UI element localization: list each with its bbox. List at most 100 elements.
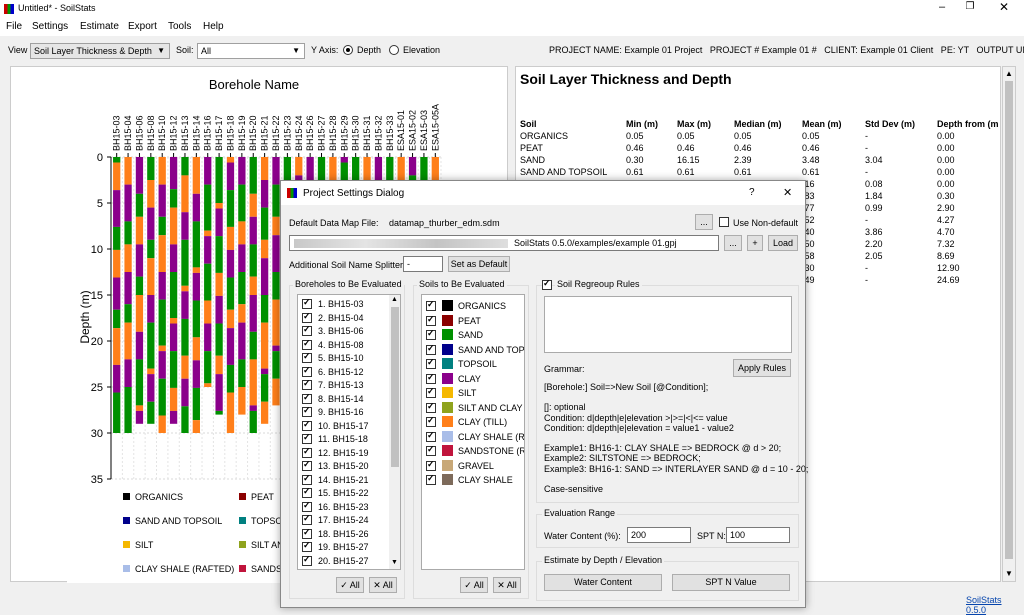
load-button[interactable]: Load <box>768 235 798 251</box>
menu-help[interactable]: Help <box>203 21 224 32</box>
soil-select[interactable]: All ▼ <box>197 43 305 59</box>
soil-checkbox[interactable] <box>426 430 436 442</box>
view-select[interactable]: Soil Layer Thickness & Depth ▼ <box>30 43 170 59</box>
scroll-down-icon[interactable]: ▼ <box>391 559 398 566</box>
bar-segment <box>204 236 212 264</box>
depth-radio-label: Depth <box>357 45 382 55</box>
boreholes-clear-all-button[interactable]: ✕ All <box>369 577 397 593</box>
borehole-checkbox[interactable] <box>302 419 312 431</box>
soil-label: CLAY (TILL) <box>458 417 508 427</box>
menu-file[interactable]: File <box>6 21 22 32</box>
soils-clear-all-button[interactable]: ✕ All <box>493 577 521 593</box>
borehole-checkbox[interactable] <box>302 486 312 498</box>
x-tick-label: BH15-12 <box>169 115 179 151</box>
borehole-checkbox[interactable] <box>302 392 312 404</box>
elevation-radio[interactable] <box>389 45 399 55</box>
soil-checkbox[interactable] <box>426 473 436 485</box>
borehole-checkbox[interactable] <box>302 311 312 323</box>
soil-checkbox[interactable] <box>426 401 436 413</box>
dialog-close-icon[interactable]: ✕ <box>783 186 792 199</box>
bar-segment <box>113 190 121 227</box>
depth-radio[interactable] <box>343 45 353 55</box>
project-path-input[interactable]: SoilStats 0.5.0/examples/example 01.gpj <box>289 235 719 251</box>
menu-settings[interactable]: Settings <box>32 21 68 32</box>
data-map-browse-button[interactable]: ... <box>695 214 713 230</box>
report-header: Mean (m) <box>802 119 842 129</box>
soil-checkbox[interactable] <box>426 459 436 471</box>
bar-segment <box>260 207 269 240</box>
soil-checkbox[interactable] <box>426 386 436 398</box>
legend-label: SILT <box>135 540 154 550</box>
eval-range-title: Evaluation Range <box>542 508 618 518</box>
spt-input[interactable]: 100 <box>726 527 790 543</box>
scroll-thumb[interactable] <box>1005 81 1013 559</box>
borehole-checkbox[interactable] <box>302 338 312 350</box>
borehole-checkbox[interactable] <box>302 297 312 309</box>
scroll-down-icon[interactable]: ▼ <box>1005 569 1013 578</box>
borehole-checkbox[interactable] <box>302 446 312 458</box>
borehole-checkbox[interactable] <box>302 540 312 552</box>
bar-segment <box>272 184 280 217</box>
borehole-checkbox[interactable] <box>302 351 312 363</box>
bar-segment <box>215 374 223 411</box>
borehole-checkbox[interactable] <box>302 513 312 525</box>
borehole-checkbox[interactable] <box>302 500 312 512</box>
borehole-checkbox[interactable] <box>302 405 312 417</box>
apply-rules-button[interactable]: Apply Rules <box>733 359 791 377</box>
boreholes-scrollbar[interactable]: ▲ ▼ <box>389 295 400 569</box>
bar-segment <box>204 383 212 387</box>
borehole-checkbox[interactable] <box>302 365 312 377</box>
report-scrollbar[interactable]: ▲ ▼ <box>1002 66 1016 582</box>
water-content-button[interactable]: Water Content <box>544 574 662 591</box>
borehole-checkbox[interactable] <box>302 432 312 444</box>
scroll-up-icon[interactable]: ▲ <box>1005 69 1013 78</box>
soil-checkbox[interactable] <box>426 415 436 427</box>
scroll-thumb[interactable] <box>391 307 399 467</box>
borehole-checkbox[interactable] <box>302 554 312 566</box>
report-cell: 0.46 <box>626 143 644 153</box>
menu-export[interactable]: Export <box>128 21 157 32</box>
project-browse-button[interactable]: ... <box>724 235 742 251</box>
splitter-input[interactable]: - <box>403 256 443 272</box>
soil-checkbox[interactable] <box>426 444 436 456</box>
soil-checkbox[interactable] <box>426 314 436 326</box>
bar-segment <box>226 277 235 310</box>
menu-estimate[interactable]: Estimate <box>80 21 119 32</box>
soil-checkbox[interactable] <box>426 372 436 384</box>
borehole-checkbox[interactable] <box>302 527 312 539</box>
soil-checkbox[interactable] <box>426 343 436 355</box>
bar-segment <box>147 157 155 180</box>
soil-checkbox[interactable] <box>426 357 436 369</box>
soil-checkbox[interactable] <box>426 328 436 340</box>
close-icon[interactable]: ✕ <box>994 0 1014 14</box>
soils-select-all-button[interactable]: ✓ All <box>460 577 488 593</box>
borehole-checkbox[interactable] <box>302 378 312 390</box>
borehole-checkbox[interactable] <box>302 324 312 336</box>
bar-segment <box>374 157 383 180</box>
regroup-checkbox[interactable] <box>542 278 552 290</box>
bar-segment <box>135 405 144 411</box>
report-cell: 0.61 <box>677 167 695 177</box>
minimize-icon[interactable]: – <box>932 1 952 13</box>
water-content-input[interactable]: 200 <box>627 527 691 543</box>
regroup-rules-textarea[interactable] <box>544 296 792 353</box>
menu-tools[interactable]: Tools <box>168 21 191 32</box>
help-icon[interactable]: ? <box>749 187 755 198</box>
bar-segment <box>249 244 257 277</box>
set-default-button[interactable]: Set as Default <box>448 256 510 272</box>
estimate-title: Estimate by Depth / Elevation <box>542 555 665 565</box>
borehole-checkbox[interactable] <box>302 459 312 471</box>
bar-segment <box>192 157 200 194</box>
maximize-icon[interactable]: ❐ <box>960 1 980 12</box>
version-link[interactable]: SoilStats 0.5.0 <box>966 595 1024 615</box>
use-non-default-checkbox[interactable] <box>719 217 729 227</box>
boreholes-select-all-button[interactable]: ✓ All <box>336 577 364 593</box>
soil-checkbox[interactable] <box>426 299 436 311</box>
scroll-up-icon[interactable]: ▲ <box>391 296 398 303</box>
borehole-checkbox[interactable] <box>302 473 312 485</box>
grammar-line: Example1: BH16-1: CLAY SHALE => BEDROCK … <box>544 443 782 454</box>
spt-n-value-button[interactable]: SPT N Value <box>672 574 790 591</box>
bar-segment <box>147 374 155 402</box>
add-project-button[interactable]: + <box>747 235 763 251</box>
soil-label: SAND AND TOP <box>458 344 525 355</box>
